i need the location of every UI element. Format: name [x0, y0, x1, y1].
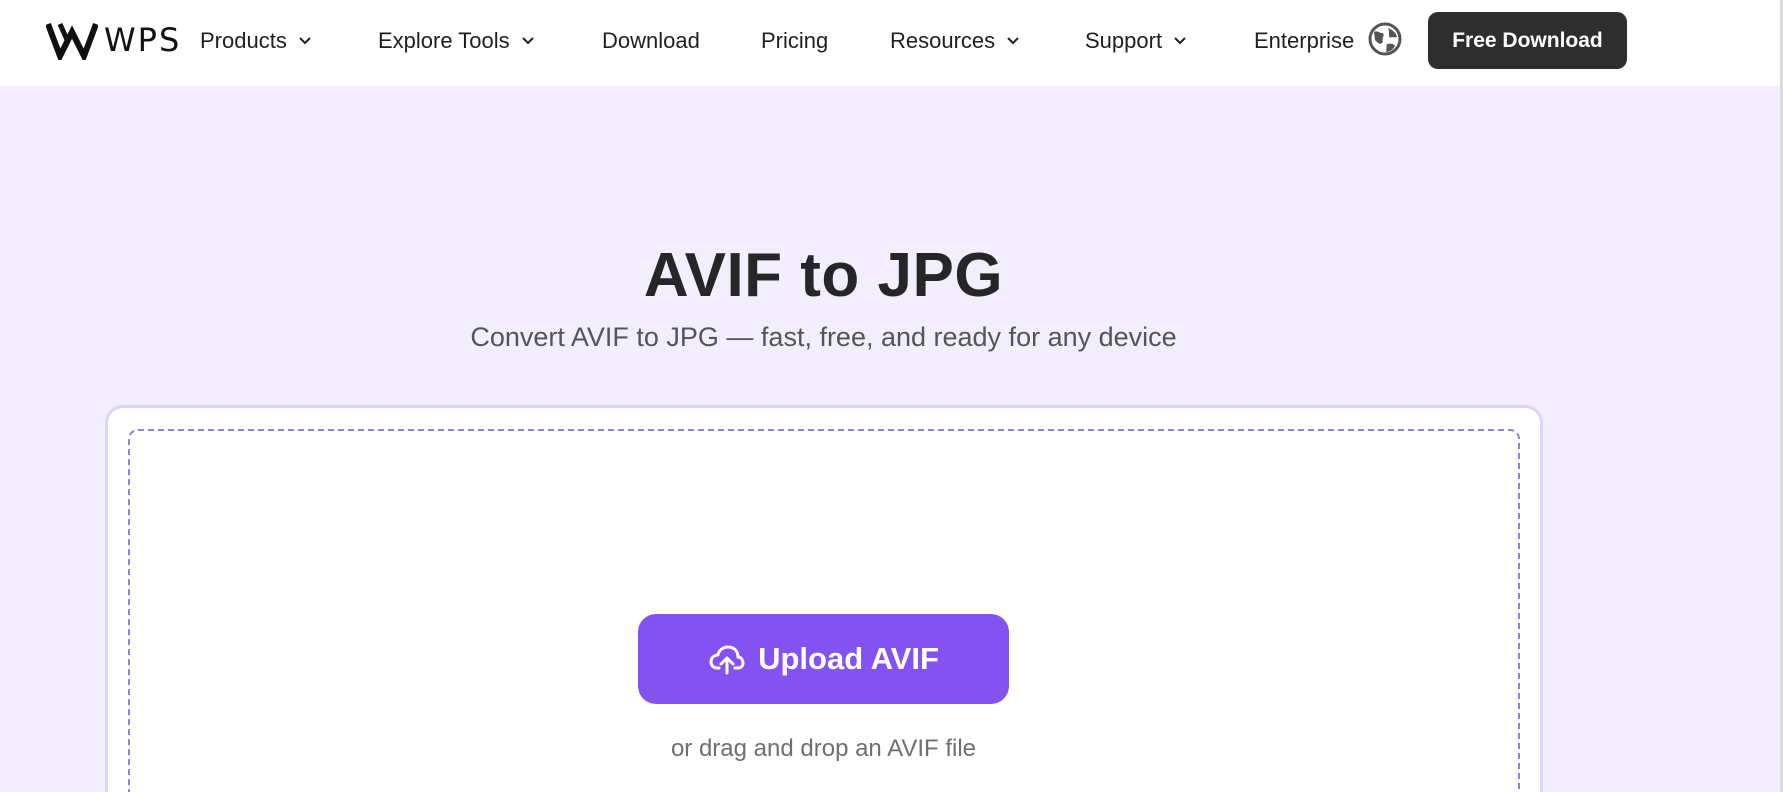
nav-label: Enterprise [1254, 28, 1355, 53]
nav-pricing[interactable]: Pricing [761, 26, 828, 56]
chevron-down-icon [521, 37, 534, 45]
logo-text: WPS [104, 21, 182, 59]
cloud-upload-icon [709, 645, 745, 675]
drag-drop-hint: or drag and drop an AVIF file [670, 735, 977, 762]
globe-icon[interactable] [1368, 22, 1402, 56]
nav-label: Download [602, 28, 700, 53]
page: WPS Products Explore Tools Download Pric… [0, 0, 1783, 792]
nav-explore-tools[interactable]: Explore Tools [378, 26, 536, 56]
nav-label: Support [1085, 28, 1163, 53]
nav-resources[interactable]: Resources [890, 26, 1021, 56]
upload-avif-button[interactable]: Upload AVIF [638, 614, 1009, 704]
nav-label: Explore Tools [378, 28, 510, 53]
chevron-down-icon [299, 37, 311, 45]
page-subtitle: Convert AVIF to JPG — fast, free, and re… [470, 322, 1177, 352]
nav-label: Pricing [761, 28, 829, 53]
nav-label: Resources [890, 28, 996, 53]
nav-download[interactable]: Download [602, 26, 700, 56]
chevron-down-icon [1174, 37, 1186, 45]
nav-products[interactable]: Products [200, 26, 313, 56]
page-title: AVIF to JPG [643, 241, 1004, 310]
chevron-down-icon [1007, 37, 1019, 45]
wps-logo[interactable]: WPS [46, 20, 181, 60]
wps-logo-mark-icon [46, 22, 98, 60]
upload-button-label: Upload AVIF [758, 641, 939, 676]
nav-support[interactable]: Support [1085, 26, 1188, 56]
nav-enterprise[interactable]: Enterprise [1254, 26, 1354, 56]
site-header: WPS Products Explore Tools Download Pric… [0, 0, 1780, 86]
nav-label: Products [200, 28, 287, 53]
free-download-button[interactable]: Free Download [1428, 12, 1627, 69]
